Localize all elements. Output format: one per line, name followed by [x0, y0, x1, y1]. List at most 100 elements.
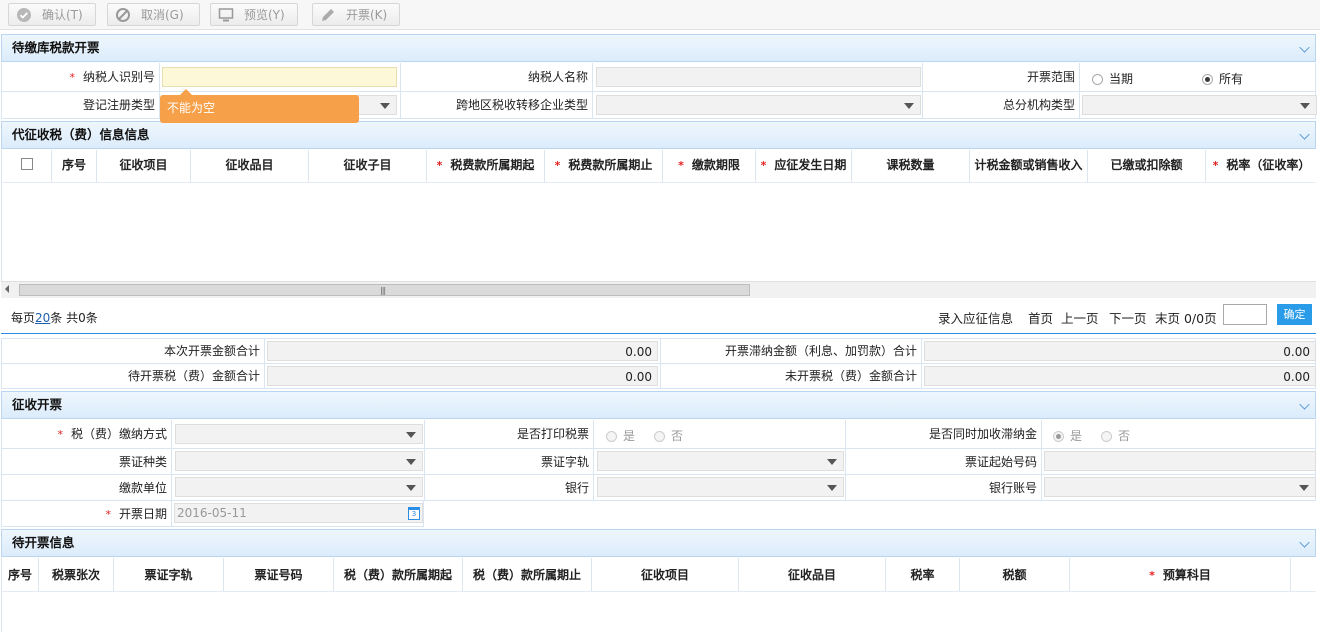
- late-fee-total-label: 开票滞纳金额（利息、加罚款）合计: [661, 339, 922, 363]
- col-subitem: 征收品目: [191, 150, 309, 182]
- col-period-start: * 税费款所属期起: [427, 150, 545, 182]
- prev-page-link[interactable]: 上一页: [1061, 308, 1099, 327]
- cancel-label: 取消(G): [141, 8, 184, 22]
- section-title: 征收开票: [12, 397, 63, 412]
- uninvoiced-total-value: 0.00: [924, 366, 1316, 386]
- form-row-1: * 纳税人识别号 纳税人名称 开票范围 当期 所有: [1, 63, 1316, 92]
- confirm-button[interactable]: 确认(T): [8, 3, 96, 26]
- preview-button[interactable]: 预览(Y): [210, 3, 298, 26]
- section-title: 待缴库税款开票: [12, 40, 100, 55]
- monitor-icon: [218, 7, 234, 23]
- last-page-info[interactable]: 末页 0/0页: [1155, 308, 1217, 327]
- error-tooltip: 不能为空: [160, 89, 359, 123]
- page-size-link[interactable]: 20: [35, 311, 50, 325]
- invoice-date-label: * 开票日期: [2, 501, 172, 526]
- invoice-date-input[interactable]: 2016-05-11: [174, 503, 423, 523]
- collapse-chevron-icon[interactable]: [1299, 537, 1310, 548]
- invoice-row-4: * 开票日期 2016-05-11 3: [1, 501, 424, 527]
- ticket-start-label: 票证起始号码: [846, 449, 1042, 474]
- collapse-chevron-icon[interactable]: [1299, 399, 1310, 410]
- horizontal-scrollbar[interactable]: |||: [1, 281, 1316, 298]
- check-circle-icon: [16, 7, 32, 23]
- col-seq: 序号: [52, 150, 97, 182]
- page-number-input[interactable]: [1223, 304, 1267, 325]
- invoice-row-1: * 税（费）缴纳方式 是否打印税票 是 否 是否同时加收滞纳金 是 否: [1, 420, 1316, 449]
- radio-selected-icon: [1053, 431, 1064, 442]
- preview-label: 预览(Y): [244, 8, 285, 22]
- scope-all-radio[interactable]: 所有: [1202, 70, 1243, 87]
- invoice-row-3: 缴款单位 银行 银行账号: [1, 475, 1316, 501]
- col-period-start: 税（费）款所属期起: [334, 558, 463, 591]
- totals-row-1: 本次开票金额合计 0.00 开票滞纳金额（利息、加罚款）合计 0.00: [1, 338, 1316, 364]
- tooltip-arrow-icon: [180, 89, 192, 95]
- col-ticket-number: 票证号码: [224, 558, 334, 591]
- scrollbar-thumb[interactable]: |||: [19, 284, 750, 296]
- section-header-collection-invoice[interactable]: 征收开票: [1, 391, 1316, 419]
- scope-current-radio[interactable]: 当期: [1092, 70, 1133, 87]
- col-subitem: 征收品目: [739, 558, 886, 591]
- section-header-pending-invoice[interactable]: 待开票信息: [1, 529, 1316, 557]
- confirm-label: 确认(T): [42, 8, 83, 22]
- col-item: 征收项目: [592, 558, 739, 591]
- col-paid-amount: 已缴或扣除额: [1088, 150, 1206, 182]
- col-budget-subject: * 预算科目: [1070, 558, 1291, 591]
- col-taxable-amount: 计税金额或销售收入: [970, 150, 1088, 182]
- col-seq: 序号: [2, 558, 39, 591]
- invoice-row-2: 票证种类 票证字轨 票证起始号码: [1, 449, 1316, 475]
- col-deadline: * 缴款期限: [663, 150, 756, 182]
- col-period-end: * 税费款所属期止: [545, 150, 663, 182]
- scroll-left-icon[interactable]: [5, 285, 9, 293]
- next-page-link[interactable]: 下一页: [1109, 308, 1147, 327]
- late-fee-yes-radio[interactable]: 是: [1053, 427, 1082, 444]
- section-header-collection-info[interactable]: 代征收税（费）信息信息: [1, 121, 1316, 149]
- col-amount: 税额: [960, 558, 1070, 591]
- late-fee-total-value: 0.00: [924, 341, 1316, 361]
- cancel-button[interactable]: 取消(G): [107, 3, 200, 26]
- enter-info-link[interactable]: 录入应征信息: [938, 308, 1013, 327]
- go-page-button[interactable]: 确定: [1277, 304, 1312, 325]
- invoice-scope-label: 开票范围: [923, 63, 1080, 91]
- collapse-chevron-icon[interactable]: [1299, 129, 1310, 140]
- radio-icon: [1092, 74, 1103, 85]
- checkbox-icon[interactable]: [20, 158, 33, 170]
- collection-table-header: 序号 征收项目 征收品目 征收子目 * 税费款所属期起 * 税费款所属期止 * 缴款期…: [1, 150, 1316, 183]
- bank-account-select[interactable]: [1044, 477, 1316, 497]
- section-header-tax-invoice[interactable]: 待缴库税款开票: [1, 34, 1316, 62]
- col-subcategory: 征收子目: [309, 150, 427, 182]
- section-title: 待开票信息: [12, 535, 75, 550]
- page-size-info: 每页20条 共0条: [11, 311, 98, 325]
- pagination-bar: 每页20条 共0条 录入应征信息 首页 上一页 下一页 末页 0/0页 确定: [1, 298, 1316, 334]
- pending-table-header: 序号 税票张次 票证字轨 票证号码 税（费）款所属期起 税（费）款所属期止 征收…: [1, 558, 1316, 592]
- totals-row-2: 待开票税（费）金额合计 0.00 未开票税（费）金额合计 0.00: [1, 364, 1316, 389]
- collapse-chevron-icon[interactable]: [1299, 42, 1310, 53]
- grip-icon: |||: [380, 286, 386, 295]
- col-ticket-track: 票证字轨: [114, 558, 224, 591]
- toolbar: 确认(T) 取消(G) 预览(Y) 开票(K): [0, 0, 1320, 30]
- col-rate: 税率: [886, 558, 960, 591]
- late-fee-no-radio[interactable]: 否: [1101, 427, 1130, 444]
- calendar-icon[interactable]: 3: [408, 507, 420, 520]
- col-ticket-count: 税票张次: [39, 558, 114, 591]
- section-title: 代征收税（费）信息信息: [12, 127, 150, 142]
- radio-icon: [1101, 431, 1112, 442]
- uninvoiced-total-label: 未开票税（费）金额合计: [661, 364, 922, 388]
- col-item: 征收项目: [97, 150, 191, 182]
- select-all-checkbox-cell[interactable]: [2, 150, 52, 182]
- bank-account-label: 银行账号: [846, 475, 1042, 500]
- pending-table-body: [1, 592, 1316, 632]
- invoice-button[interactable]: 开票(K): [312, 3, 400, 26]
- late-fee-flag-label: 是否同时加收滞纳金: [846, 420, 1042, 448]
- ticket-start-field: [1044, 451, 1316, 471]
- ban-icon: [115, 7, 131, 23]
- col-occur-date: * 应征发生日期: [756, 150, 852, 182]
- branch-type-select[interactable]: [1082, 95, 1317, 115]
- invoice-label: 开票(K): [346, 8, 388, 22]
- pencil-icon: [320, 7, 336, 23]
- radio-selected-icon: [1202, 74, 1213, 85]
- col-quantity: 课税数量: [852, 150, 970, 182]
- first-page-link[interactable]: 首页: [1028, 308, 1053, 327]
- col-tax-rate: * 税率（征收率）: [1212, 158, 1311, 172]
- collection-table-body: [1, 183, 1316, 281]
- branch-type-label: 总分机构类型: [923, 92, 1080, 118]
- col-period-end: 税（费）款所属期止: [463, 558, 592, 591]
